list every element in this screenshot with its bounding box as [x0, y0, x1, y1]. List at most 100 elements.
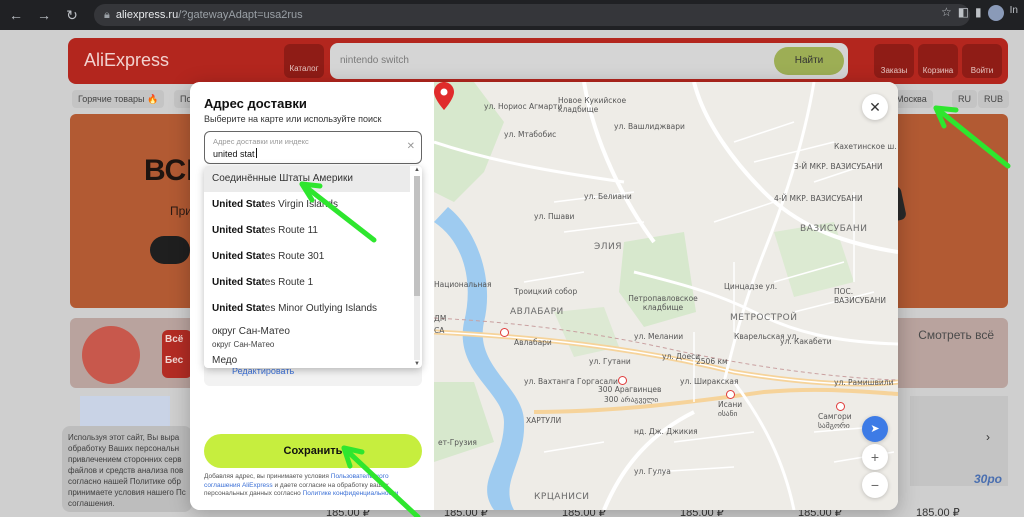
- profile-avatar[interactable]: [987, 5, 1004, 21]
- metro-station-icon[interactable]: [726, 390, 735, 399]
- metro-label: ისანი: [718, 409, 738, 418]
- modal-title: Адрес доставки: [204, 96, 307, 111]
- product-card[interactable]: [80, 396, 170, 426]
- map-label: СА: [434, 326, 445, 335]
- address-input-value[interactable]: united stat: [213, 148, 257, 159]
- site-logo[interactable]: AliExpress: [84, 50, 169, 71]
- legal-text: Добавляя адрес, вы принимаете условия: [204, 473, 331, 480]
- see-all-link[interactable]: Смотреть всё: [918, 328, 994, 342]
- text-caret: [255, 148, 257, 158]
- metro-label: 300 Арагвинцев: [598, 385, 662, 394]
- scroll-thumb[interactable]: [414, 176, 420, 296]
- map-label: ДМ: [434, 314, 447, 323]
- address-bar[interactable]: 🔒︎ aliexpress.ru/?gatewayAdapt=usa2rus: [94, 4, 970, 26]
- map-label: Новое Кукийское кладбище: [558, 96, 627, 114]
- login-button[interactable]: Войти: [962, 44, 1002, 78]
- metro-station-icon[interactable]: [500, 328, 509, 337]
- lucky-cat-image: [82, 326, 140, 384]
- language-selector[interactable]: RU: [952, 90, 977, 108]
- save-button[interactable]: Сохранить: [204, 434, 422, 468]
- map-area-label: 3-Й МКР. ВАЗИСУБАНИ: [794, 162, 883, 171]
- browser-toolbar: ← → ↻ ⌂ 🔒︎ aliexpress.ru/?gatewayAdapt=u…: [0, 0, 1024, 30]
- extensions-icon[interactable]: ◧: [958, 5, 969, 21]
- metro-label: Исани: [718, 400, 743, 409]
- metro-station-icon[interactable]: [618, 376, 627, 385]
- metro-label: სამგორი: [818, 421, 850, 430]
- map-label: ул. Нориос Агмарти: [484, 102, 563, 111]
- map-area-label: ХАРТУЛИ: [526, 416, 562, 425]
- promo-tag: Всё Бес: [162, 330, 192, 378]
- location-pin-icon[interactable]: [434, 82, 454, 110]
- map-label: Петропавловское кладбище: [628, 294, 698, 312]
- back-arrow-icon[interactable]: ←: [4, 3, 28, 27]
- lock-icon: 🔒︎: [104, 8, 110, 21]
- zoom-out-button[interactable]: −: [862, 472, 888, 498]
- metro-station-icon[interactable]: [836, 402, 845, 411]
- metro-label: Самгори: [818, 412, 852, 421]
- currency-selector[interactable]: RUB: [978, 90, 1010, 108]
- map-label: ет-Грузия: [438, 438, 477, 447]
- scroll-down-icon[interactable]: ▼: [414, 361, 420, 367]
- map-label: ул. Белиани: [584, 192, 632, 201]
- map-label: ул. Гутани: [589, 357, 631, 366]
- profile-initial: In: [1009, 5, 1018, 16]
- url-host: aliexpress.ru: [115, 9, 179, 21]
- delivery-address-modal: Адрес доставки Выберите на карте или исп…: [190, 82, 898, 510]
- orders-button[interactable]: Заказы: [874, 44, 914, 78]
- banner-cta-button[interactable]: [150, 236, 190, 264]
- site-search-input[interactable]: nintendo switch: [340, 55, 409, 66]
- my-location-icon[interactable]: ➤: [862, 416, 888, 442]
- map-label: ул. Пшави: [534, 212, 575, 221]
- map-label: ул. Рамишвили: [834, 378, 894, 387]
- zoom-in-button[interactable]: +: [862, 444, 888, 470]
- suggestion-item[interactable]: United States Route 301: [204, 244, 410, 270]
- legal-notice: Добавляя адрес, вы принимаете условия По…: [204, 473, 422, 499]
- map-label: Кахетинское ш.: [834, 142, 897, 151]
- cart-button[interactable]: Корзина: [918, 44, 958, 78]
- suggestion-item[interactable]: United States Minor Outlying Islands: [204, 296, 410, 322]
- map-label: 2506 км: [696, 357, 728, 366]
- map-area-label: КРЦАНИСИ: [534, 492, 590, 502]
- browser-actions: ☆ ◧ ▮ In: [941, 5, 1018, 21]
- reload-icon[interactable]: ↻: [60, 3, 84, 27]
- address-input-label: Адрес доставки или индекс: [213, 137, 309, 146]
- suggestion-item[interactable]: United States Virgin Islands: [204, 192, 410, 218]
- map-view[interactable]: ул. Нориос Агмарти Новое Кукийское кладб…: [434, 82, 898, 510]
- map-label: Троицкий собор: [514, 287, 578, 296]
- map-label: ул. Ширакская: [680, 377, 739, 386]
- promo-text-1: Всё: [165, 334, 184, 345]
- star-icon[interactable]: ☆: [941, 5, 952, 21]
- carousel-next-icon[interactable]: ›: [986, 430, 990, 444]
- site-search[interactable]: nintendo switch Найти: [330, 43, 848, 79]
- cookie-notice: Используя этот сайт, Вы выра обработку В…: [62, 426, 192, 512]
- map-label: Национальная: [434, 280, 492, 289]
- site-search-button[interactable]: Найти: [774, 47, 844, 75]
- forward-arrow-icon[interactable]: →: [32, 3, 56, 27]
- suggestion-item[interactable]: Медо: [204, 356, 410, 368]
- privacy-policy-link[interactable]: Политике конфиденциальности: [303, 490, 399, 497]
- map-label: ул. Мтабобис: [504, 130, 557, 139]
- metro-label: Авлабари: [514, 338, 552, 347]
- suggestion-item[interactable]: United States Route 11: [204, 218, 410, 244]
- url-path: /?gatewayAdapt=usa2rus: [178, 9, 303, 21]
- close-modal-button[interactable]: ✕: [862, 94, 888, 120]
- suggestion-item[interactable]: Соединённые Штаты Америки: [204, 166, 410, 192]
- clear-input-icon[interactable]: ✕: [407, 141, 415, 152]
- address-input[interactable]: Адрес доставки или индекс united stat ✕: [204, 131, 422, 164]
- dropdown-scrollbar[interactable]: [414, 176, 420, 360]
- sidebar-icon[interactable]: ▮: [975, 5, 982, 21]
- metro-label: 300 არაგველი: [604, 395, 659, 404]
- catalog-button[interactable]: Каталог: [284, 44, 324, 78]
- product-price: 185.00 ₽: [916, 507, 960, 517]
- map-label: ул. Гулуа: [634, 467, 671, 476]
- map-area-label: ВАЗИСУБАНИ: [800, 224, 868, 234]
- suggestion-item[interactable]: United States Route 1: [204, 270, 410, 296]
- map-label: ул. Мелании: [634, 332, 684, 341]
- suggestion-item[interactable]: округ Сан-Матео округ Сан-Матео: [204, 322, 410, 356]
- site-header: AliExpress Каталог nintendo switch Найти…: [68, 38, 1008, 84]
- scroll-up-icon[interactable]: ▲: [414, 167, 420, 173]
- map-area-label: ПОС. ВАЗИСУБАНИ: [834, 287, 887, 305]
- hot-goods-link[interactable]: Горячие товары 🔥: [72, 90, 165, 108]
- map-area-label: АВЛАБАРИ: [510, 307, 564, 317]
- map-label: ул. Какабети: [780, 337, 832, 346]
